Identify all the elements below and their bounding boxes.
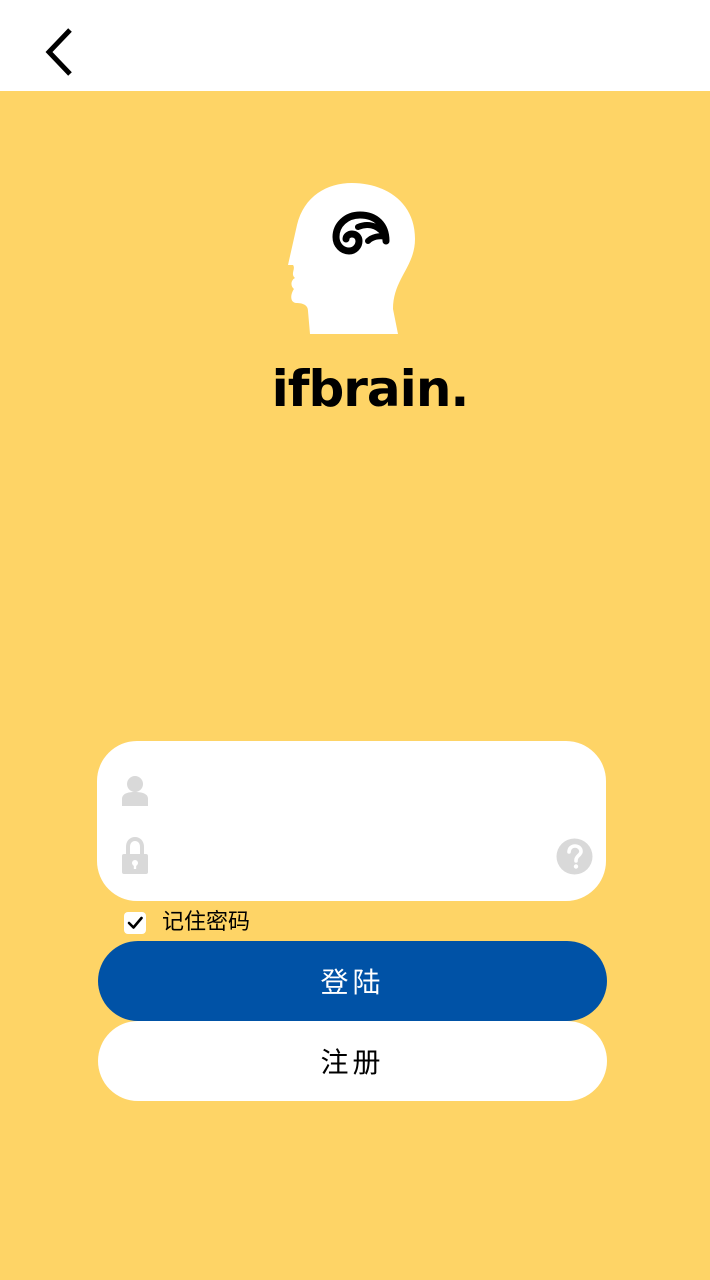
password-input[interactable] xyxy=(167,835,547,879)
lock-icon xyxy=(122,837,148,874)
register-button[interactable]: 注册 xyxy=(98,1021,607,1101)
brand-name: ifbrain. xyxy=(271,360,470,418)
login-form-card xyxy=(97,741,606,901)
head-brain-logo-icon xyxy=(288,183,415,334)
chevron-left-icon xyxy=(45,28,72,76)
check-icon xyxy=(127,916,143,929)
remember-password-label: 记住密码 xyxy=(162,910,251,935)
login-button[interactable]: 登陆 xyxy=(98,941,607,1021)
login-screen: ifbrain. 记住密码 登陆 注册 xyxy=(0,91,710,1280)
question-circle-icon[interactable] xyxy=(556,838,593,875)
top-bar xyxy=(0,0,710,91)
remember-password-checkbox[interactable] xyxy=(124,912,146,934)
back-button[interactable] xyxy=(36,22,86,82)
user-icon xyxy=(122,776,148,806)
remember-password-option[interactable]: 记住密码 xyxy=(124,909,250,937)
username-input[interactable] xyxy=(167,769,547,813)
